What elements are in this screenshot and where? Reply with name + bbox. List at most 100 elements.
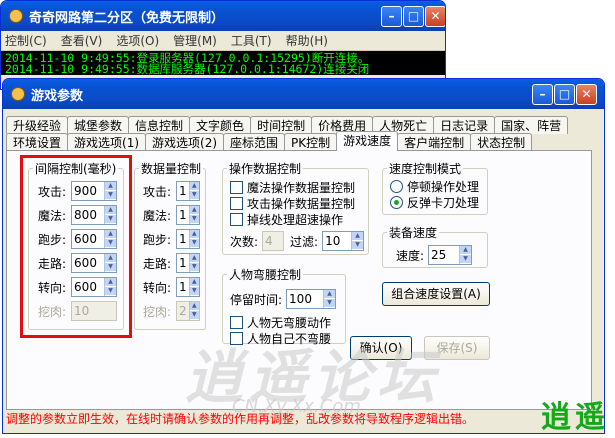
count-stepper[interactable]: 1 ▲ ▼ — [176, 229, 201, 249]
down-arrow-icon[interactable]: ▼ — [189, 311, 200, 320]
tab-env[interactable]: 环境设置 — [6, 133, 69, 151]
tab-options-1[interactable]: 游戏选项(1) — [67, 133, 147, 151]
tab-status[interactable]: 状态控制 — [470, 133, 533, 151]
filter-stepper[interactable]: 10 ▲ ▼ — [322, 231, 365, 251]
down-arrow-icon[interactable]: ▼ — [189, 239, 200, 248]
count-stepper: 2 ▲ ▼ — [176, 301, 201, 321]
tab-level-exp[interactable]: 升级经验 — [6, 116, 69, 134]
no-bend-check[interactable]: 人物无弯腰动作 — [230, 314, 331, 331]
count-stepper[interactable]: 1 ▲ ▼ — [176, 277, 201, 297]
tab-time[interactable]: 时间控制 — [250, 116, 313, 134]
tab-log[interactable]: 日志记录 — [433, 116, 496, 134]
tab-game-speed[interactable]: 游戏速度 — [336, 131, 399, 151]
count-label: 挖肉: — [143, 304, 172, 319]
count-group-title: 数据量控制 — [141, 162, 202, 176]
filter-label: 过滤: — [290, 234, 319, 249]
magic-op-check[interactable]: 魔法操作数据量控制 — [230, 179, 355, 196]
count-value: 2 — [179, 304, 187, 318]
menu-control[interactable]: 控制(C) — [5, 32, 47, 49]
down-arrow-icon[interactable]: ▼ — [324, 299, 336, 308]
brand-logo: 逍遥 — [541, 400, 609, 435]
checkbox-icon[interactable] — [230, 213, 243, 226]
back-window: 奇奇网路第二分区（免费无限制） – □ ✕ 控制(C) 查看(V) 选项(O) … — [0, 0, 446, 90]
menu-help[interactable]: 帮助(H) — [286, 32, 328, 49]
highlight-annotation — [20, 155, 132, 338]
radio-pause-label: 停顿操作处理 — [407, 180, 480, 194]
checkbox-icon[interactable] — [230, 197, 243, 210]
count-stepper[interactable]: 1 ▲ ▼ — [176, 181, 201, 201]
tab-pk[interactable]: PK控制 — [284, 133, 338, 151]
up-arrow-icon[interactable]: ▲ — [189, 230, 200, 239]
stay-time-label: 停留时间: — [230, 292, 283, 307]
down-arrow-icon[interactable]: ▼ — [460, 255, 472, 264]
attack-op-check[interactable]: 攻击操作数据量控制 — [230, 195, 355, 212]
up-arrow-icon[interactable]: ▲ — [324, 290, 336, 299]
radio-selected-icon[interactable] — [390, 196, 403, 209]
radio-icon[interactable] — [390, 180, 403, 193]
maximize-icon[interactable]: □ — [403, 6, 424, 27]
back-window-titlebar[interactable]: 奇奇网路第二分区（免费无限制） – □ ✕ — [1, 1, 445, 31]
down-arrow-icon[interactable]: ▼ — [189, 215, 200, 224]
speed-label: 速度: — [396, 248, 425, 263]
tab-client[interactable]: 客户端控制 — [397, 133, 472, 151]
maximize-icon[interactable]: □ — [554, 84, 575, 105]
tab-coords[interactable]: 座标范围 — [223, 133, 286, 151]
radio-pause[interactable]: 停顿操作处理 — [390, 178, 479, 195]
checkbox-icon[interactable] — [230, 181, 243, 194]
menu-view[interactable]: 查看(V) — [61, 32, 103, 49]
up-arrow-icon[interactable]: ▲ — [189, 278, 200, 287]
count-label: 攻击: — [143, 184, 172, 199]
minimize-icon[interactable]: – — [381, 6, 402, 27]
count-stepper[interactable]: 1 ▲ ▼ — [176, 205, 201, 225]
radio-rebound[interactable]: 反弹卡刀处理 — [390, 194, 479, 211]
tab-options-2[interactable]: 游戏选项(2) — [145, 133, 225, 151]
menu-manage[interactable]: 管理(M) — [173, 32, 217, 49]
disconnect-label: 掉线处理超速操作 — [247, 213, 344, 227]
down-arrow-icon[interactable]: ▼ — [189, 191, 200, 200]
up-arrow-icon[interactable]: ▲ — [189, 254, 200, 263]
up-arrow-icon[interactable]: ▲ — [352, 232, 364, 241]
speed-stepper[interactable]: 25 ▲ ▼ — [428, 245, 473, 265]
menubar: 控制(C) 查看(V) 选项(O) 管理(M) 工具(T) 帮助(H) — [1, 31, 445, 51]
menu-tools[interactable]: 工具(T) — [231, 32, 272, 49]
times-label: 次数: — [230, 234, 259, 249]
minimize-icon[interactable]: – — [532, 84, 553, 105]
tab-castle[interactable]: 城堡参数 — [67, 116, 130, 134]
times-stepper: 4 — [262, 231, 285, 251]
close-icon[interactable]: ✕ — [576, 84, 597, 105]
count-row: 转向: 1 ▲ ▼ — [143, 277, 201, 297]
stay-time-stepper[interactable]: 100 ▲ ▼ — [286, 289, 337, 309]
down-arrow-icon[interactable]: ▼ — [189, 263, 200, 272]
speed-value[interactable]: 25 — [429, 246, 459, 264]
count-row: 跑步: 1 ▲ ▼ — [143, 229, 201, 249]
watermark-sub: CN.Xy.Xx.Com — [232, 396, 361, 417]
filter-value[interactable]: 10 — [323, 232, 351, 250]
count-value[interactable]: 1 — [177, 206, 189, 224]
up-arrow-icon[interactable]: ▲ — [460, 246, 472, 255]
count-value[interactable]: 1 — [177, 278, 189, 296]
count-label: 转向: — [143, 280, 172, 295]
stay-time-value[interactable]: 100 — [287, 290, 323, 308]
tab-row-2: 环境设置 游戏选项(1) 游戏选项(2) 座标范围 PK控制 游戏速度 客户端控… — [6, 131, 533, 151]
tab-text-color[interactable]: 文字颜色 — [189, 116, 252, 134]
up-arrow-icon[interactable]: ▲ — [189, 206, 200, 215]
down-arrow-icon[interactable]: ▼ — [352, 241, 364, 250]
combo-speed-button[interactable]: 组合速度设置(A) — [382, 282, 490, 306]
tab-info[interactable]: 信息控制 — [128, 116, 191, 134]
dialog-titlebar[interactable]: 游戏参数 – □ ✕ — [3, 79, 604, 109]
count-row: 走路: 1 ▲ ▼ — [143, 253, 201, 273]
count-row: 魔法: 1 ▲ ▼ — [143, 205, 201, 225]
checkbox-icon[interactable] — [230, 316, 243, 329]
count-value[interactable]: 1 — [177, 230, 189, 248]
count-value[interactable]: 1 — [177, 182, 189, 200]
count-stepper[interactable]: 1 ▲ ▼ — [176, 253, 201, 273]
down-arrow-icon[interactable]: ▼ — [189, 287, 200, 296]
up-arrow-icon[interactable]: ▲ — [189, 302, 200, 311]
count-value[interactable]: 1 — [177, 254, 189, 272]
up-arrow-icon[interactable]: ▲ — [189, 182, 200, 191]
menu-options[interactable]: 选项(O) — [116, 32, 159, 49]
count-label: 跑步: — [143, 232, 172, 247]
tab-nation[interactable]: 国家、阵营 — [494, 116, 569, 134]
close-icon[interactable]: ✕ — [425, 6, 445, 27]
disconnect-check[interactable]: 掉线处理超速操作 — [230, 211, 343, 228]
